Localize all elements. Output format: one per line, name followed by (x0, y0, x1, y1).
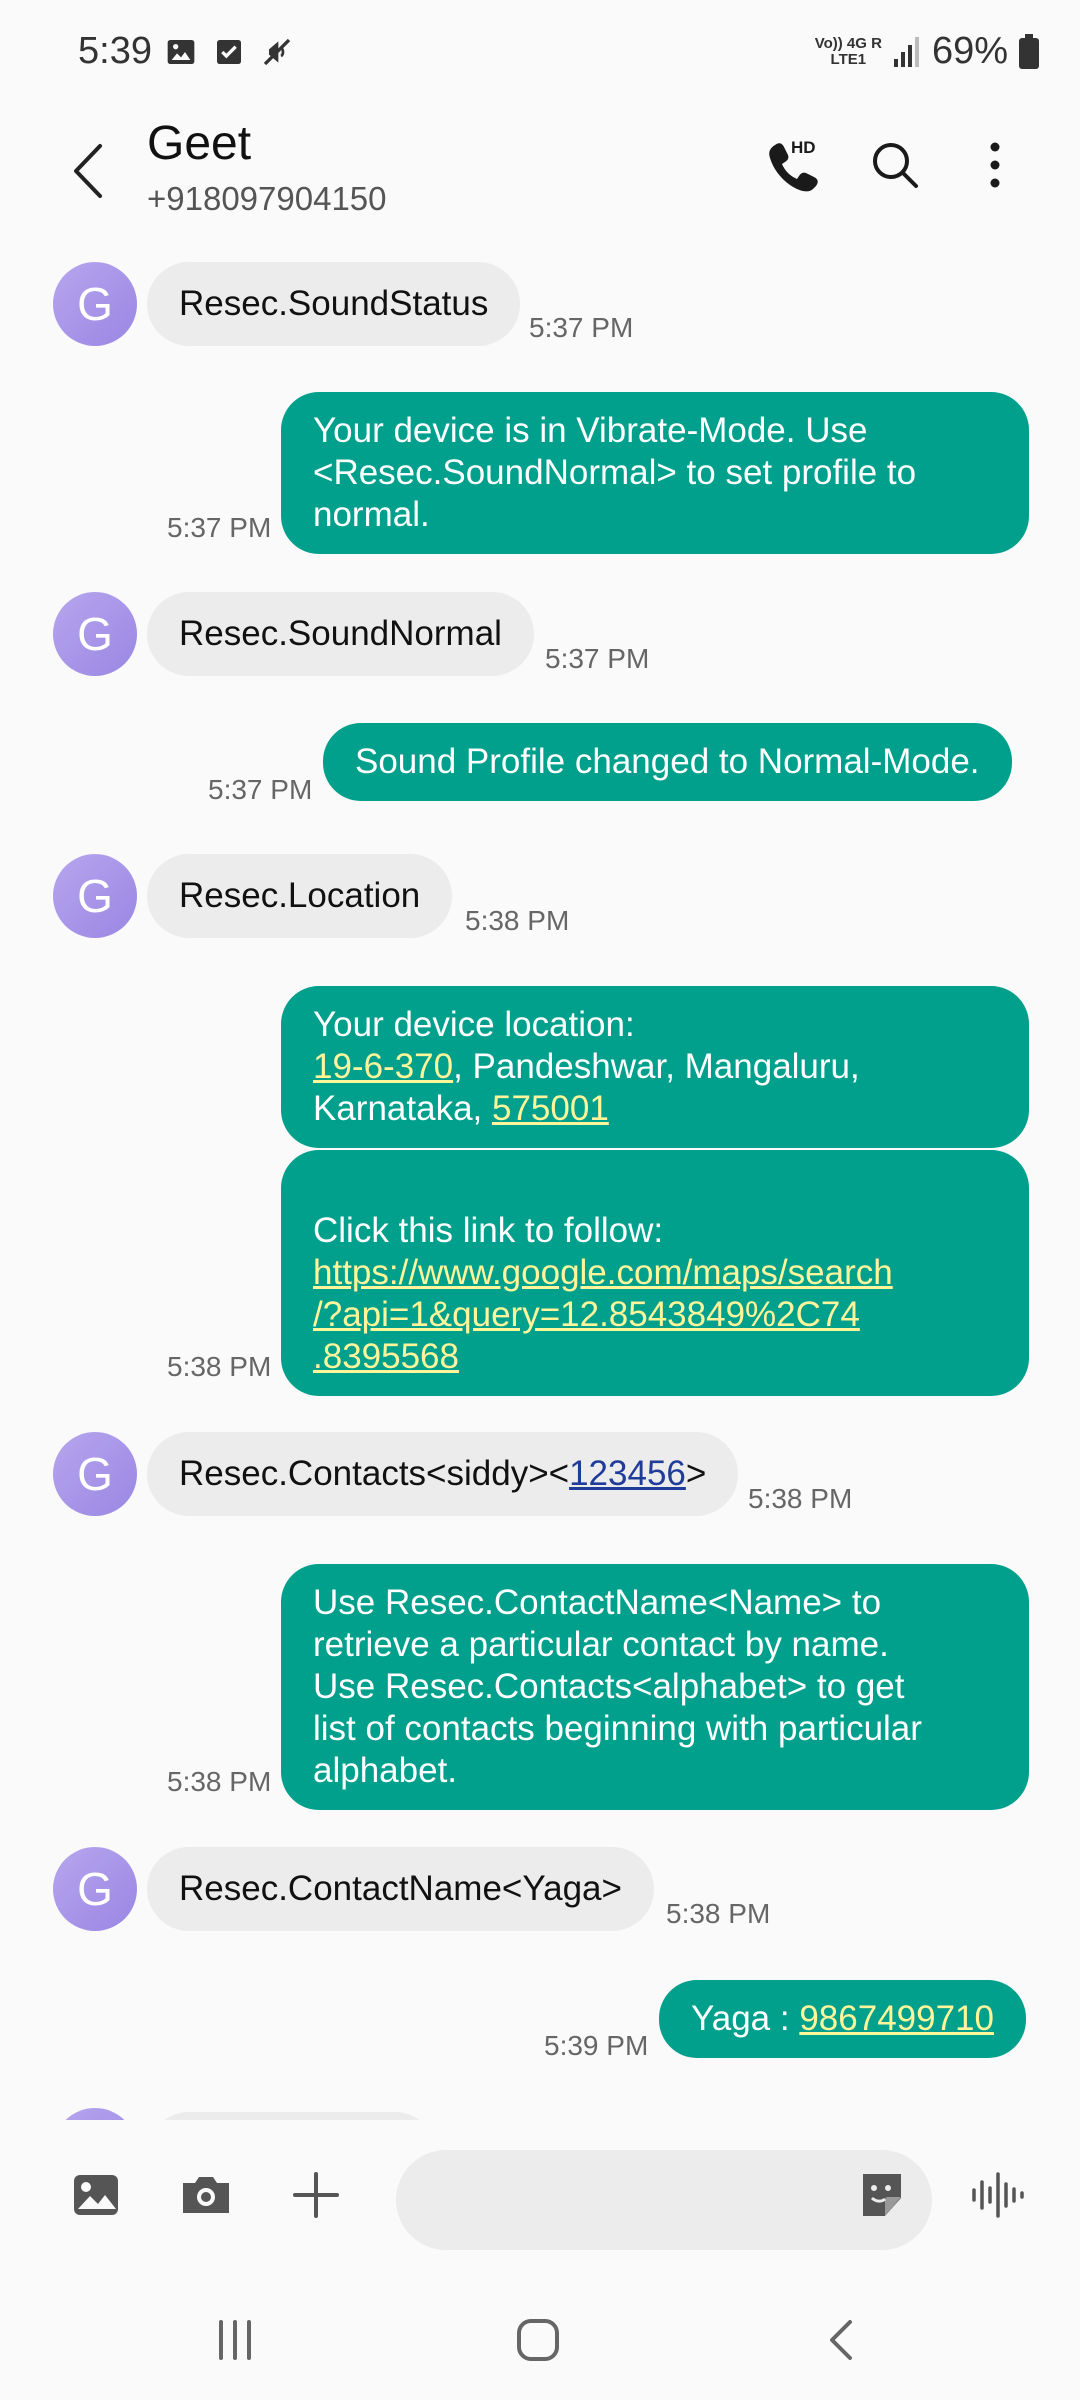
message-text: > (685, 1454, 707, 1493)
map-link[interactable]: /?api=1&query=12.8543849%2C74 (313, 1294, 997, 1336)
message-time: 5:37 PM (208, 774, 313, 805)
back-nav-icon (830, 2320, 852, 2360)
voice-wave-icon (972, 2172, 1024, 2218)
contact-number[interactable]: +918097904150 (147, 180, 387, 218)
outgoing-message[interactable]: Your device is in Vibrate-Mode. Use <Res… (281, 392, 1029, 554)
message-line: Karnataka, 575001 (313, 1088, 997, 1130)
more-options-button[interactable] (960, 130, 1030, 200)
message-line: retrieve a particular contact by name. (313, 1625, 889, 1664)
message-line: Use Resec.ContactName<Name> to (313, 1583, 882, 1622)
battery-icon (1019, 33, 1039, 69)
message-time: 5:38 PM (167, 1351, 272, 1382)
outgoing-message[interactable]: Sound Profile changed to Normal-Mode. (323, 723, 1012, 801)
back-button[interactable] (60, 136, 116, 206)
incoming-message[interactable]: Resec.Location (147, 854, 453, 938)
search-button[interactable] (860, 130, 930, 200)
incoming-message[interactable]: Resec.SoundStatus (147, 262, 521, 346)
message-time: 5:37 PM (167, 512, 272, 543)
recents-nav-icon (219, 2320, 251, 2360)
message-time: 5:39 PM (544, 2030, 649, 2061)
home-nav-icon (517, 2319, 559, 2361)
notification-icons (165, 36, 293, 68)
more-options-icon (990, 142, 1000, 188)
message-time: 5:38 PM (666, 1898, 771, 1929)
address-link[interactable]: 19-6-370 (313, 1047, 453, 1086)
gallery-button[interactable] (66, 2165, 126, 2225)
incoming-message[interactable]: Resec.Contacts<siddy><123456> (147, 1432, 739, 1516)
message-line: normal. (313, 495, 430, 534)
outgoing-message[interactable]: Use Resec.ContactName<Name> to retrieve … (281, 1564, 1029, 1810)
contact-avatar[interactable]: G (53, 1432, 137, 1516)
message-line: Click this link to follow: (313, 1211, 664, 1250)
sticker-button[interactable] (852, 2165, 912, 2225)
hd-call-icon: HD (769, 138, 818, 192)
phone-link[interactable]: 9867499710 (799, 1999, 994, 2038)
contact-avatar[interactable]: G (53, 592, 137, 676)
incoming-message[interactable]: Resec.SoundNormal (147, 592, 534, 676)
postal-code-link[interactable]: 575001 (492, 1089, 609, 1128)
number-link[interactable]: 123456 (569, 1454, 686, 1493)
voice-record-button[interactable] (968, 2165, 1028, 2225)
contact-avatar[interactable]: G (53, 2108, 137, 2120)
plus-icon (293, 2172, 339, 2218)
camera-button[interactable] (176, 2165, 236, 2225)
checkbox-icon (217, 40, 241, 64)
sticker-icon (863, 2174, 901, 2216)
message-line: Your device is in Vibrate-Mode. Use (313, 411, 868, 450)
message-time: 5:37 PM (545, 643, 650, 674)
message-text: Yaga : (691, 1999, 800, 2038)
image-icon (74, 2175, 118, 2215)
attach-button[interactable] (286, 2165, 346, 2225)
message-line: Use Resec.Contacts<alphabet> to get (313, 1667, 905, 1706)
status-time: 5:39 (78, 30, 152, 72)
conversation-header: Geet +918097904150 HD (0, 110, 1080, 240)
map-link[interactable]: https://www.google.com/maps/search (313, 1252, 997, 1294)
system-nav-bar (0, 2270, 1080, 2400)
network-top-label: Vo)) 4G R (814, 34, 882, 52)
message-text: , Pandeshwar, Mangaluru, (453, 1047, 860, 1086)
message-time: 5:38 PM (748, 1483, 853, 1514)
outgoing-message[interactable]: Your device location: 19-6-370, Pandeshw… (281, 986, 1029, 1148)
contact-avatar[interactable]: G (53, 262, 137, 346)
back-arrow-icon (74, 144, 102, 198)
camera-icon (183, 2177, 229, 2213)
outgoing-message[interactable]: Yaga : 9867499710 (659, 1980, 1026, 2058)
contact-avatar[interactable]: G (53, 1847, 137, 1931)
svg-text:HD: HD (791, 138, 816, 157)
compose-bar (0, 2130, 1080, 2260)
status-right: Vo)) 4G R LTE1 69% (815, 30, 1040, 73)
message-text: Resec.Contacts<siddy>< (179, 1454, 570, 1493)
message-list[interactable]: G Resec.SoundStatus 5:37 PM Your device … (0, 240, 1080, 2120)
mute-icon (263, 38, 291, 66)
incoming-message[interactable]: Resec.ContactName<Yaga> (147, 1847, 654, 1931)
hd-call-button[interactable]: HD (758, 130, 828, 200)
message-text: Sound Profile changed to Normal-Mode. (355, 742, 980, 781)
network-indicator: Vo)) 4G R LTE1 (814, 34, 882, 68)
message-line: alphabet. (313, 1751, 458, 1790)
contact-avatar[interactable]: G (53, 854, 137, 938)
message-time: 5:38 PM (465, 905, 570, 936)
message-time: 5:38 PM (167, 1766, 272, 1797)
status-bar: 5:39 Vo)) 4G R LTE1 69% (0, 0, 1080, 110)
map-link[interactable]: .8395568 (313, 1336, 997, 1378)
messages-screen: 5:39 Vo)) 4G R LTE1 69% Geet +9180979041… (0, 0, 1080, 2400)
battery-percent: 69% (931, 30, 1008, 72)
message-text: Karnataka, (313, 1089, 492, 1128)
outgoing-message[interactable]: Click this link to follow: https://www.g… (281, 1150, 1029, 1396)
gallery-icon (167, 40, 195, 64)
signal-icon (893, 36, 919, 67)
home-button[interactable] (508, 2310, 568, 2370)
incoming-message[interactable] (147, 2112, 437, 2120)
message-line: Your device location: (313, 1005, 635, 1044)
message-time: 5:37 PM (529, 312, 634, 343)
back-nav-button[interactable] (812, 2310, 872, 2370)
message-line: list of contacts beginning with particul… (313, 1709, 922, 1748)
network-bottom-label: LTE1 (830, 50, 867, 68)
search-icon (873, 143, 918, 188)
recents-button[interactable] (205, 2310, 265, 2370)
message-line: <Resec.SoundNormal> to set profile to (313, 453, 917, 492)
contact-name[interactable]: Geet (147, 116, 251, 171)
message-line: 19-6-370, Pandeshwar, Mangaluru, (313, 1046, 997, 1088)
